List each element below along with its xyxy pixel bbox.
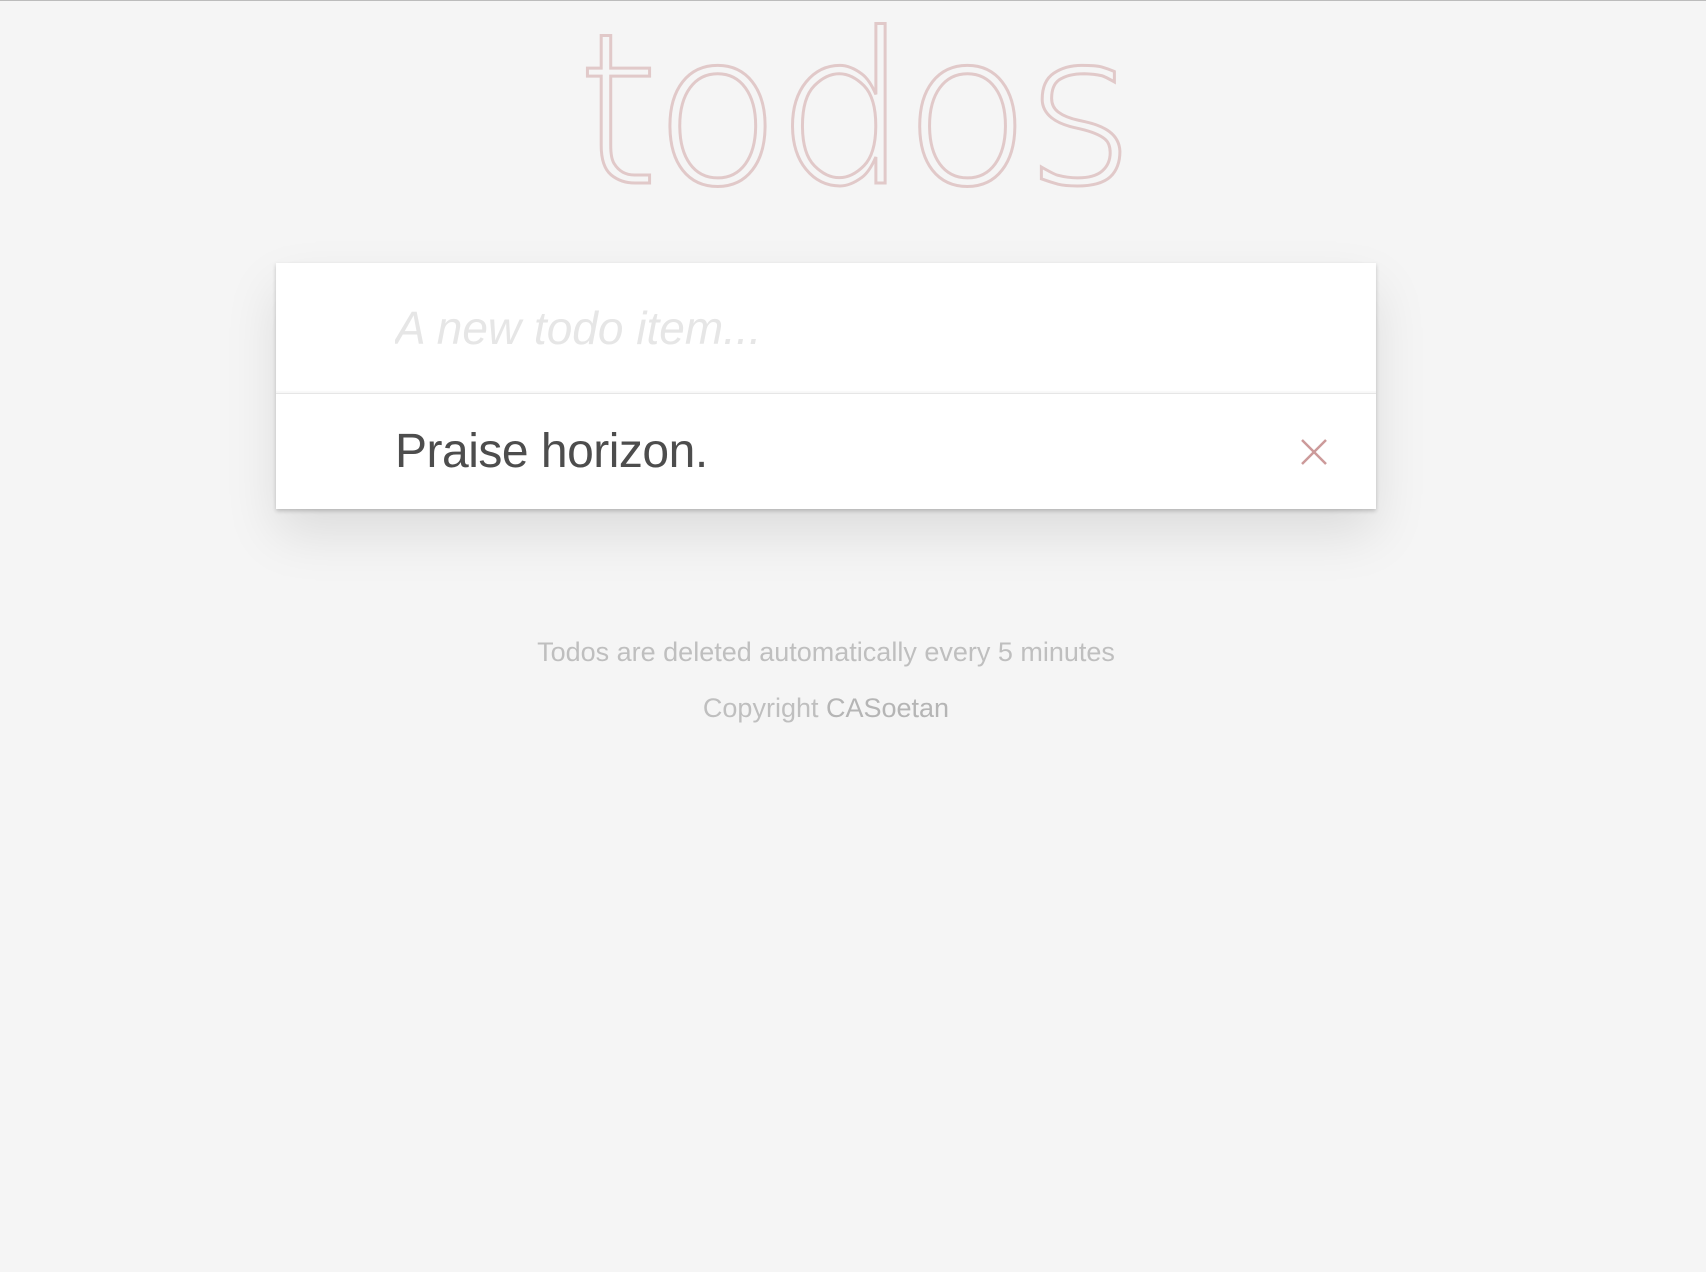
new-todo-input[interactable] [276,263,1376,393]
app-title: todos [575,0,1136,233]
close-icon [1301,438,1327,465]
auto-delete-note: Todos are deleted automatically every 5 … [537,637,1115,667]
todo-list: Praise horizon. [276,393,1376,509]
todo-card: Praise horizon. [276,263,1376,509]
copyright-line: Copyright CASoetan [0,692,1652,724]
copyright-prefix: Copyright [702,693,826,723]
todo-label[interactable]: Praise horizon. [276,424,708,479]
footer-info: Todos are deleted automatically every 5 … [0,636,1652,748]
todo-item[interactable]: Praise horizon. [276,394,1376,509]
author-link[interactable]: CASoetan [826,693,949,723]
delete-todo-button[interactable] [1292,430,1336,474]
